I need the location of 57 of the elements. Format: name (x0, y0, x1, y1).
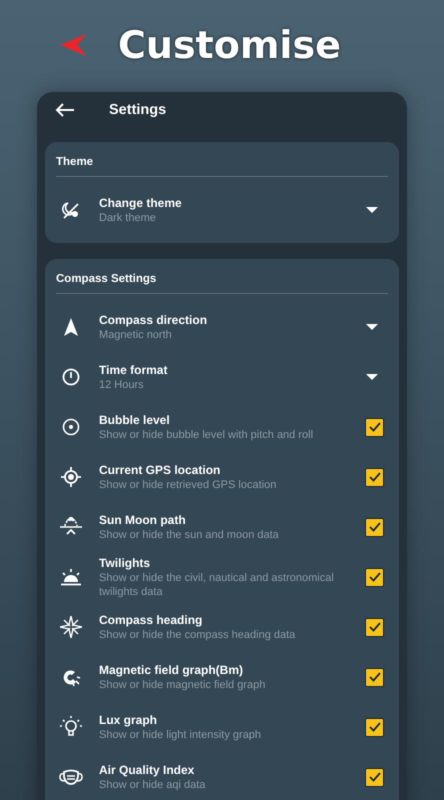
check-icon (368, 522, 380, 532)
setting-label: Compass direction (99, 312, 208, 328)
setting-description: Show or hide bubble level with pitch and roll (99, 428, 314, 442)
setting-label: Sun Moon path (99, 512, 187, 528)
target-icon (62, 418, 80, 436)
setting-description: 12 Hours (99, 378, 145, 392)
checkbox[interactable] (365, 468, 384, 486)
section-title: Compass Settings (56, 273, 158, 285)
checkbox[interactable] (365, 668, 384, 686)
checkbox[interactable] (365, 618, 384, 636)
setting-label: Lux graph (99, 712, 158, 728)
dropdown-button[interactable] (366, 374, 378, 380)
gps-icon (61, 467, 81, 487)
setting-label: Twilights (99, 556, 152, 570)
section-title: Theme (56, 156, 94, 168)
setting-label: Bubble level (99, 412, 171, 428)
screen-title: Settings (109, 102, 166, 118)
check-icon (368, 722, 380, 732)
checkbox[interactable] (365, 718, 384, 736)
setting-description: Show or hide light intensity graph (99, 728, 262, 742)
setting-label: Compass heading (99, 612, 204, 628)
compass-rose-icon (60, 616, 82, 638)
check-icon (368, 622, 380, 632)
checkbox[interactable] (365, 568, 384, 586)
check-icon (368, 422, 380, 432)
setting-description: Show or hide the sun and moon data (99, 528, 280, 542)
dropdown-button[interactable] (366, 324, 378, 330)
setting-label: Air Quality Index (99, 762, 196, 778)
check-icon (368, 672, 380, 682)
setting-description: Show or hide retrieved GPS location (99, 478, 278, 492)
setting-label: Magnetic field graph(Bm) (99, 662, 244, 678)
setting-description: Show or hide the compass heading data (99, 628, 296, 642)
setting-description: Show or hide aqi data (99, 778, 206, 792)
navigation-arrow-icon (64, 318, 78, 336)
checkbox[interactable] (365, 418, 384, 436)
clock-icon (62, 368, 80, 386)
check-icon (368, 572, 380, 582)
lightbulb-icon (60, 716, 82, 738)
setting-description: Show or hide magnetic field graph (99, 678, 266, 692)
checkbox[interactable] (365, 768, 384, 786)
mask-icon (59, 768, 83, 786)
setting-label: Current GPS location (99, 462, 222, 478)
setting-label: Change theme (99, 196, 183, 210)
check-icon (368, 472, 380, 482)
sunset-icon (60, 568, 82, 586)
setting-label: Time format (99, 362, 168, 378)
setting-description: Dark theme (99, 210, 157, 224)
setting-description: Magnetic north (99, 328, 173, 342)
checkbox[interactable] (365, 518, 384, 536)
theme-icon (61, 200, 81, 220)
page-title: Customise (118, 23, 341, 67)
dropdown-button[interactable] (366, 207, 378, 213)
sunrise-path-icon (59, 517, 83, 537)
setting-description: Show or hide the civil, nautical and astronomical twilights data (99, 570, 335, 598)
arrow-logo-icon (60, 34, 86, 56)
check-icon (368, 772, 380, 782)
back-button[interactable] (55, 102, 75, 118)
